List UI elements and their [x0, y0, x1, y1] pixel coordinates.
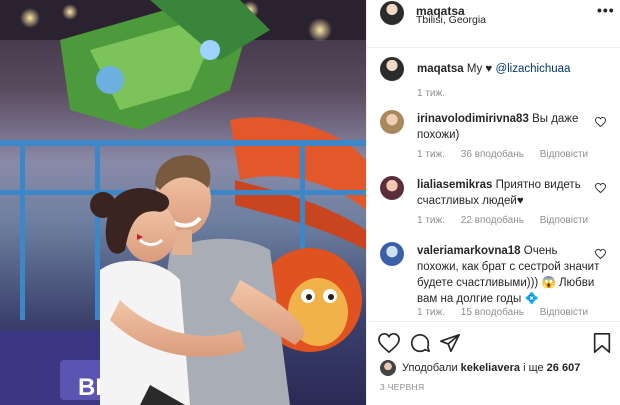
commenter-avatar[interactable]	[380, 176, 404, 200]
heart-icon[interactable]	[378, 332, 400, 354]
comment-like-icon[interactable]	[595, 249, 606, 259]
caption-heart-emoji: ♥	[485, 63, 493, 75]
liked-by-connector: і ще	[523, 362, 544, 374]
comment-meta: 1 тиж. 36 вподобань Відповісти	[417, 149, 601, 160]
likes-text: Уподобали kekeliavera і ще 26 607	[402, 362, 580, 374]
comment-text: irinavolodimirivna83 Вы даже похожи)	[417, 111, 602, 143]
post-date[interactable]: 3 ЧЕРВНЯ	[380, 382, 424, 392]
comment-like-icon[interactable]	[595, 183, 606, 193]
commenter-avatar[interactable]	[380, 110, 404, 134]
liker-avatar[interactable]	[380, 360, 396, 376]
comment-icon[interactable]	[409, 332, 431, 354]
more-options-icon[interactable]: •••	[597, 2, 615, 18]
comment-time[interactable]: 1 тиж.	[417, 215, 445, 226]
post-actions: Уподобали kekeliavera і ще 26 607 3 ЧЕРВ…	[367, 321, 620, 405]
post-photo[interactable]: BLAC	[0, 0, 366, 405]
share-icon[interactable]	[439, 332, 461, 354]
comments-list[interactable]: maqatsa My ♥ @lizachichuaa 1 тиж. irinav…	[367, 49, 620, 321]
commenter-avatar[interactable]	[380, 242, 404, 266]
caption-meta: 1 тиж.	[417, 88, 458, 99]
caption-username[interactable]: maqatsa	[417, 63, 464, 75]
comment-likes[interactable]: 22 вподобань	[461, 215, 524, 226]
comment-reply-button[interactable]: Відповісти	[540, 307, 588, 318]
comment-meta: 1 тиж. 22 вподобань Відповісти	[417, 215, 601, 226]
comment-meta: 1 тиж. 15 вподобань Відповісти	[417, 307, 601, 318]
photo-illustration: BLAC	[0, 0, 366, 405]
comment-username[interactable]: lialiasemikras	[417, 179, 492, 191]
caption-time[interactable]: 1 тиж.	[417, 88, 445, 99]
caption-body: My	[466, 63, 483, 75]
post-header: maqatsa Tbilisi, Georgia •••	[367, 0, 620, 48]
comment-text: valeriamarkovna18 Очень похожи, как брат…	[417, 243, 602, 307]
liked-by-prefix: Уподобали	[402, 362, 458, 374]
caption-mention[interactable]: @lizachichuaa	[495, 63, 570, 75]
liked-by-user[interactable]: kekeliavera	[461, 362, 520, 374]
author-avatar[interactable]	[380, 57, 404, 81]
bookmark-icon[interactable]	[591, 332, 613, 354]
caption-text: maqatsa My ♥ @lizachichuaa	[417, 61, 602, 77]
likes-count[interactable]: 26 607	[547, 362, 581, 374]
post-side-panel: maqatsa Tbilisi, Georgia ••• maqatsa My …	[366, 0, 620, 405]
comment-reply-button[interactable]: Відповісти	[540, 149, 588, 160]
comment-likes[interactable]: 15 вподобань	[461, 307, 524, 318]
comment-username[interactable]: irinavolodimirivna83	[417, 113, 529, 125]
comment-like-icon[interactable]	[595, 117, 606, 127]
comment-item: lialiasemikras Приятно видеть счастливых…	[367, 173, 620, 229]
likes-summary[interactable]: Уподобали kekeliavera і ще 26 607	[380, 358, 620, 378]
author-avatar[interactable]	[380, 1, 404, 25]
comment-likes[interactable]: 36 вподобань	[461, 149, 524, 160]
comment-username[interactable]: valeriamarkovna18	[417, 245, 521, 257]
caption: maqatsa My ♥ @lizachichuaa 1 тиж.	[367, 55, 620, 99]
comment-item: irinavolodimirivna83 Вы даже похожи) 1 т…	[367, 107, 620, 163]
comment-text: lialiasemikras Приятно видеть счастливых…	[417, 177, 602, 209]
comment-reply-button[interactable]: Відповісти	[540, 215, 588, 226]
comment-time[interactable]: 1 тиж.	[417, 307, 445, 318]
comment-item: valeriamarkovna18 Очень похожи, как брат…	[367, 239, 620, 321]
comment-time[interactable]: 1 тиж.	[417, 149, 445, 160]
location-link[interactable]: Tbilisi, Georgia	[416, 14, 486, 26]
